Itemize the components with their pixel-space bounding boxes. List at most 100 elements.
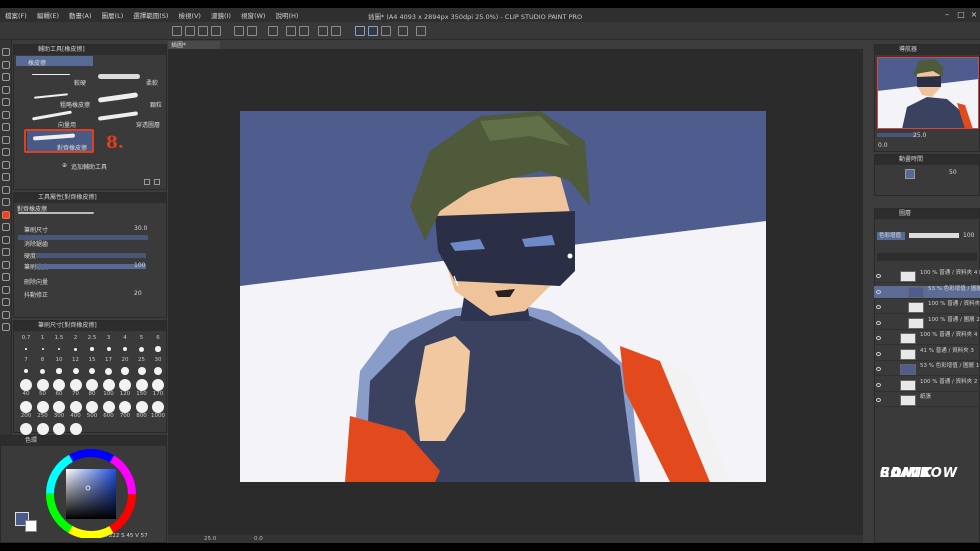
brush-size-preset[interactable]: 150	[134, 379, 150, 401]
eraser-icon[interactable]	[2, 210, 10, 219]
settings-icon[interactable]	[416, 26, 426, 36]
lasso-icon[interactable]	[2, 123, 10, 131]
visibility-eye-icon[interactable]	[876, 398, 881, 402]
sub-tool-item-soft[interactable]: 柔軟	[96, 69, 166, 87]
fill-icon[interactable]	[286, 26, 296, 36]
brush-size-preset[interactable]: 800	[134, 401, 150, 423]
brush-size-preset[interactable]: 80	[84, 379, 100, 401]
visibility-eye-icon[interactable]	[876, 274, 881, 278]
brush-size-preset[interactable]: 2	[68, 335, 84, 357]
sub-tool-item-hard[interactable]: 較硬	[30, 69, 90, 87]
menu-item[interactable]: 編輯(E)	[32, 10, 64, 20]
frame-icon[interactable]	[905, 169, 915, 179]
eyedropper-icon[interactable]	[2, 135, 10, 144]
brush-size-preset[interactable]: 200	[18, 401, 34, 423]
layer-row[interactable]: 100 % 普通 / 圖層 29	[874, 317, 980, 330]
navigator-rotation[interactable]: 0.0	[878, 142, 888, 149]
brush-size-preset[interactable]: 70	[68, 379, 84, 401]
property-slider[interactable]	[36, 253, 146, 258]
move-icon[interactable]	[2, 48, 10, 56]
menu-item[interactable]: 檔案(F)	[0, 10, 32, 20]
brush-size-preset[interactable]: 5	[134, 335, 150, 357]
brush-size-preset[interactable]: 2.5	[84, 335, 100, 357]
layer-row[interactable]: 100 % 普通 / 資料夾 3 的複製	[874, 301, 980, 314]
layer-row[interactable]: 紙張	[874, 394, 980, 407]
frame-value[interactable]: 50	[949, 169, 957, 176]
frame-icon[interactable]	[2, 273, 10, 281]
visibility-eye-icon[interactable]	[876, 289, 881, 294]
brush-size-preset[interactable]: 3	[101, 335, 117, 357]
brush-size-preset[interactable]: 8	[35, 357, 51, 379]
layer-row[interactable]: 41 % 普通 / 資料夾 3	[874, 348, 980, 361]
brush-size-preset[interactable]: 60	[51, 379, 67, 401]
menu-item[interactable]: 視窗(W)	[236, 10, 271, 20]
blend-icon[interactable]	[2, 223, 10, 231]
menu-item[interactable]: 說明(H)	[270, 10, 303, 20]
layer-row[interactable]: 53 % 色彩增值 / 圖層 19	[874, 363, 980, 376]
brush-size-preset[interactable]: 20	[117, 357, 133, 379]
sub-tool-item-through-layer[interactable]: 穿透圖層	[96, 111, 166, 129]
invert-selection-icon[interactable]	[331, 26, 341, 36]
brush-size-preset[interactable]: 700	[117, 401, 133, 423]
brush-size-preset[interactable]: 250	[35, 401, 51, 423]
new-file-icon[interactable]	[172, 26, 182, 36]
open-file-icon[interactable]	[185, 26, 195, 36]
brush-size-preset[interactable]: 100	[101, 379, 117, 401]
brush-size-preset[interactable]: 25	[134, 357, 150, 379]
maximize-icon[interactable]: □	[954, 9, 968, 21]
add-sub-tool-button[interactable]: ⊕ 追加輔助工具	[62, 162, 122, 171]
deselect-icon[interactable]	[318, 26, 328, 36]
delete-sub-tool-icon[interactable]	[154, 179, 160, 185]
airbrush-icon[interactable]	[2, 185, 10, 194]
minimize-icon[interactable]: –	[940, 9, 954, 21]
layer-opacity[interactable]: 100	[963, 232, 974, 239]
brush-size-preset[interactable]: 40	[18, 379, 34, 401]
brush-icon[interactable]	[2, 173, 10, 181]
visibility-eye-icon[interactable]	[876, 367, 881, 371]
tool-property-row[interactable]: 硬度	[14, 251, 166, 261]
brush-size-preset[interactable]: 30	[150, 357, 166, 379]
brush-size-preset[interactable]: 500	[84, 401, 100, 423]
sub-tool-group-tab[interactable]: 橡皮擦	[16, 56, 93, 67]
menu-item[interactable]: 圖層(L)	[97, 10, 129, 20]
brush-size-preset[interactable]: 4	[117, 335, 133, 357]
brush-size-preset[interactable]: 600	[101, 401, 117, 423]
brush-size-preset[interactable]: 50	[35, 379, 51, 401]
brush-size-preset[interactable]: 12	[68, 357, 84, 379]
sub-tool-item-grain[interactable]: 顆粒	[96, 91, 166, 109]
brush-size-preset[interactable]: 7	[18, 357, 34, 379]
visibility-eye-icon[interactable]	[876, 382, 881, 387]
undo-icon[interactable]	[234, 26, 244, 36]
balloon-icon[interactable]	[2, 310, 10, 319]
brush-size-preset[interactable]: 10	[51, 357, 67, 379]
ruler-icon[interactable]	[2, 285, 10, 294]
brush-size-preset[interactable]: 1000	[150, 401, 166, 423]
menu-item[interactable]: 選擇範圍(S)	[128, 10, 173, 20]
sub-tool-item-vector[interactable]: 向量用	[30, 110, 90, 129]
brush-size-preset[interactable]: 15	[84, 357, 100, 379]
text-icon[interactable]	[2, 298, 10, 306]
tool-property-row[interactable]: 抖動修正 20	[14, 290, 166, 300]
artwork[interactable]	[240, 111, 766, 482]
brush-size-preset[interactable]: 300	[51, 401, 67, 423]
visibility-eye-icon[interactable]	[876, 351, 881, 356]
visibility-eye-icon[interactable]	[876, 320, 881, 325]
snap-grid-icon[interactable]	[381, 26, 391, 36]
hand-icon[interactable]	[2, 73, 10, 81]
layer-row[interactable]: 100 % 普通 / 資料夾 2	[874, 379, 980, 392]
figure-icon[interactable]	[2, 260, 10, 269]
fill-icon[interactable]	[2, 235, 10, 244]
export-icon[interactable]	[211, 26, 221, 36]
blend-mode-select[interactable]: 色彩增值	[877, 232, 905, 240]
layer-row[interactable]: 100 % 普通 / 資料夾 4 的複製	[874, 270, 980, 283]
brush-size-preset[interactable]: 1	[35, 335, 51, 357]
status-angle[interactable]: 0.0	[254, 535, 263, 543]
menu-item[interactable]: 動畫(A)	[64, 10, 97, 20]
line-correction-icon[interactable]	[2, 323, 10, 331]
pen-icon[interactable]	[2, 148, 10, 156]
menu-item[interactable]: 濾鏡(I)	[206, 10, 236, 20]
brush-size-preset[interactable]: 6	[150, 335, 166, 357]
selection-icon[interactable]	[2, 110, 10, 119]
layer-row[interactable]: 53 % 色彩增值 / 圖層 30	[874, 285, 980, 299]
brush-size-preset[interactable]: 120	[117, 379, 133, 401]
